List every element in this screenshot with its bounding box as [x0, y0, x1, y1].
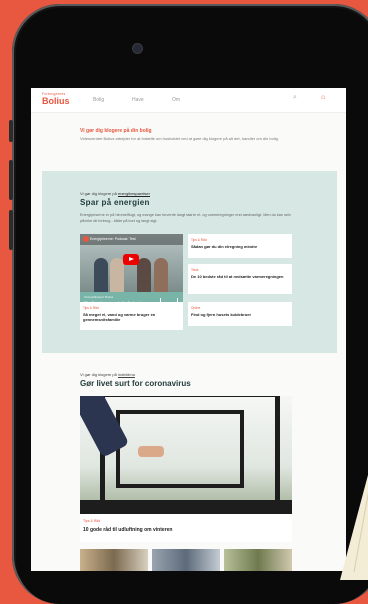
search-icon[interactable]: ⌕ [293, 94, 297, 102]
notebook-corner [320, 400, 368, 580]
hand [138, 446, 164, 457]
article-card[interactable]: Tekst De 10 bedste råd til at nedsætte v… [188, 264, 292, 294]
intro-title: Vi gør dig klogere på din bolig [80, 128, 152, 134]
article-card[interactable]: Tips & Råd Så meget el, vand og varme br… [80, 302, 183, 330]
energy-eyebrow: Vi gør dig klogere på energibesparelser [80, 191, 150, 196]
card-tag: Online [191, 306, 201, 310]
mute-switch [9, 120, 13, 142]
window-sash [116, 410, 244, 488]
card-tag: Tekst [191, 268, 199, 272]
nav-item-have[interactable]: Have [132, 97, 144, 103]
intro-text: Videncentret Bolius arbejder for at fort… [80, 136, 279, 141]
play-icon[interactable] [123, 254, 139, 265]
energy-eyebrow-prefix: Vi gør dig klogere på [80, 191, 117, 196]
article-card[interactable]: Tips & Råd Sådan gør du din elregning mi… [188, 234, 292, 258]
article-title: 10 gode råd til udluftning om vinteren [83, 527, 173, 533]
video-caption-text: Energipriserne: Podcast: Test [90, 237, 136, 241]
card-title: Find og fjern husets kuldebroer [191, 312, 252, 317]
corona-title: Gør livet surt for coronavirus [80, 379, 191, 388]
article-tag: Tips & Råd [83, 519, 101, 523]
volume-up-button [9, 160, 13, 200]
video-person [94, 258, 108, 292]
corona-eyebrow-prefix: Vi gør dig klogere på [80, 372, 117, 377]
corona-eyebrow: Vi gør dig klogere på indeklima [80, 372, 135, 377]
article-thumbnail[interactable] [152, 549, 220, 571]
card-title: Så meget el, vand og varme bruger en gen… [83, 312, 156, 322]
volume-down-button [9, 210, 13, 250]
video-person [154, 258, 168, 292]
channel-logo-icon [83, 236, 89, 242]
card-tag: Tips & Råd [191, 238, 207, 242]
nav-item-bolig[interactable]: Bolig [93, 97, 104, 103]
energy-section: Vi gør dig klogere på energibesparelser … [42, 171, 337, 353]
nav-item-om[interactable]: Om [172, 97, 180, 103]
intro-section: Vi gør dig klogere på din bolig Videncen… [80, 128, 290, 142]
corona-article-card[interactable]: Tips & Råd 10 gode råd til udluftning om… [80, 514, 292, 542]
bolius-logo[interactable]: Forbrugernes Bolius [42, 92, 70, 106]
article-card[interactable]: Online Find og fjern husets kuldebroer [188, 302, 292, 326]
home-icon[interactable]: ⌂ [321, 94, 325, 101]
front-camera [133, 44, 142, 53]
video-thumbnail[interactable]: Energipriserne: Podcast: Test [80, 234, 183, 292]
top-navigation: Forbrugernes Bolius Bolig Have Om ⌕ ⌂ [31, 88, 346, 113]
logo-wordmark: Bolius [42, 95, 70, 106]
card-tag: Tips & Råd [83, 306, 99, 310]
promo-eyebrow: Vinterstillstand: Bolius [84, 295, 114, 299]
card-title: De 10 bedste råd til at nedsætte varmere… [191, 274, 284, 279]
video-person [137, 258, 151, 292]
window-sill [80, 500, 292, 514]
video-person [110, 258, 124, 292]
phone-screen: Forbrugernes Bolius Bolig Have Om ⌕ ⌂ Vi… [31, 88, 346, 571]
energy-eyebrow-link[interactable]: energibesparelser [118, 191, 150, 196]
notebook-paper [340, 475, 368, 580]
energy-text: Energipriserne er på himmelflugt, og man… [80, 213, 291, 223]
article-thumbnail[interactable] [224, 549, 292, 571]
card-title: Sådan gør du din elregning mindre [191, 244, 258, 249]
window-ventilation-photo[interactable] [80, 396, 292, 514]
energy-title: Spar på energien [80, 198, 150, 207]
video-caption: Energipriserne: Podcast: Test [80, 234, 183, 245]
article-thumbnail[interactable] [80, 549, 148, 571]
corona-eyebrow-link[interactable]: indeklima [118, 372, 135, 377]
